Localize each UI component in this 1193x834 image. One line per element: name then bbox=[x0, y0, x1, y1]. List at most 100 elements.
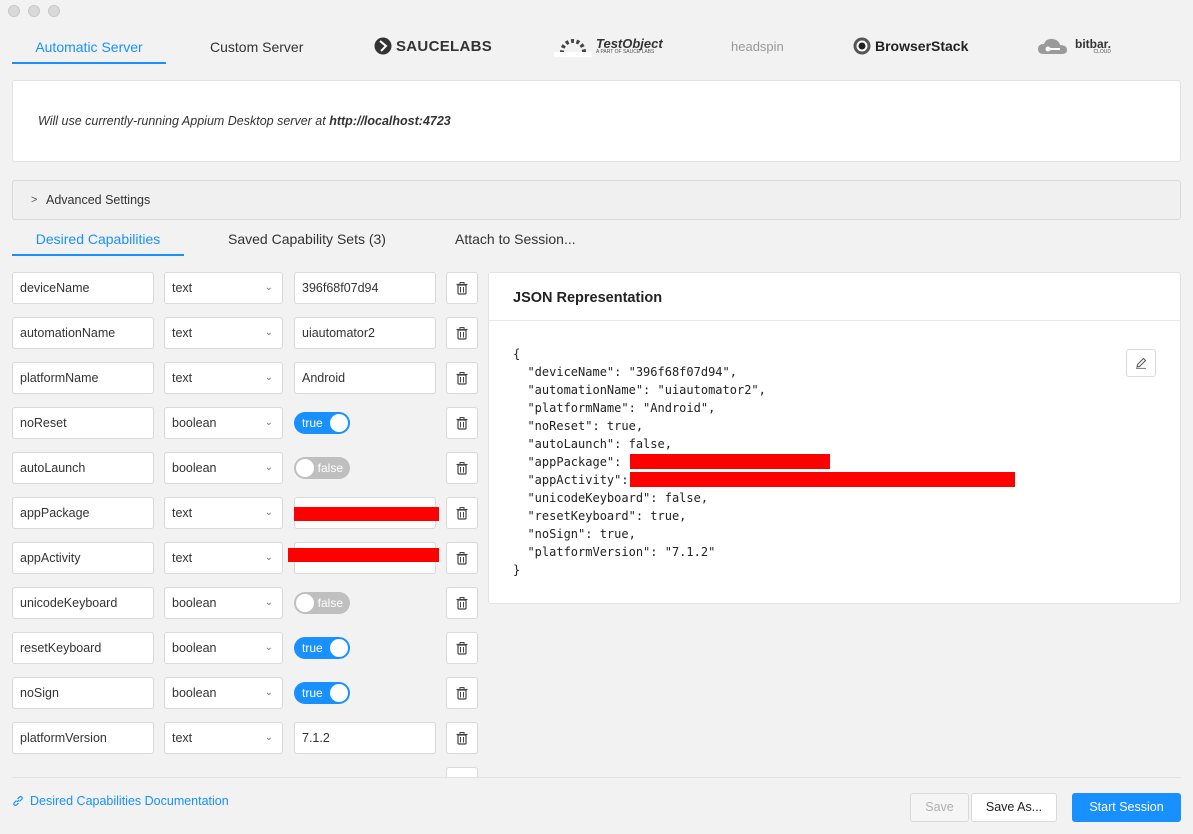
tab-testobject[interactable]: TestObject A PART OF SAUCE LABS bbox=[554, 34, 663, 58]
capability-type-select[interactable]: text ⌄ bbox=[164, 542, 283, 574]
server-tabs: Automatic Server Custom Server SAUCELABS… bbox=[12, 28, 1182, 64]
capability-row: noSign boolean ⌄ true bbox=[12, 677, 482, 709]
capability-name-input[interactable]: resetKeyboard bbox=[12, 632, 154, 664]
capability-type-label: text bbox=[172, 281, 193, 295]
capability-type-select[interactable]: boolean ⌄ bbox=[164, 452, 283, 484]
tab-attach-to-session[interactable]: Attach to Session... bbox=[455, 222, 576, 256]
delete-capability-button[interactable] bbox=[446, 317, 478, 349]
capability-type-select[interactable]: text ⌄ bbox=[164, 272, 283, 304]
toggle-label: false bbox=[317, 596, 343, 610]
capability-row: platformVersion text ⌄ 7.1.2 bbox=[12, 722, 482, 754]
minimize-window-button[interactable] bbox=[28, 5, 40, 17]
start-session-button[interactable]: Start Session bbox=[1072, 793, 1181, 822]
json-line: "platformVersion": "7.1.2" bbox=[513, 545, 716, 559]
capability-type-select[interactable]: text ⌄ bbox=[164, 497, 283, 529]
capability-value-input[interactable]: uiautomator2 bbox=[294, 317, 436, 349]
tab-browserstack[interactable]: BrowserStack bbox=[853, 34, 968, 58]
toggle-knob bbox=[330, 639, 348, 657]
delete-capability-button[interactable] bbox=[446, 362, 478, 394]
capability-name-input[interactable]: appPackage bbox=[12, 497, 154, 529]
json-line: "automationName": "uiautomator2", bbox=[513, 383, 766, 397]
delete-capability-button[interactable] bbox=[446, 632, 478, 664]
desired-capabilities-doc-link[interactable]: Desired Capabilities Documentation bbox=[12, 794, 229, 808]
capability-value-input[interactable]: Android bbox=[294, 362, 436, 394]
toggle-label: false bbox=[317, 461, 343, 475]
capability-type-select[interactable]: boolean ⌄ bbox=[164, 632, 283, 664]
capability-type-select[interactable]: text ⌄ bbox=[164, 317, 283, 349]
capability-name-input[interactable]: unicodeKeyboard bbox=[12, 587, 154, 619]
delete-capability-button[interactable] bbox=[446, 677, 478, 709]
tab-automatic-server[interactable]: Automatic Server bbox=[12, 28, 166, 64]
capability-row: unicodeKeyboard boolean ⌄ false bbox=[12, 587, 482, 619]
capability-type-select[interactable]: boolean ⌄ bbox=[164, 677, 283, 709]
capability-type-label: boolean bbox=[172, 416, 217, 430]
trash-icon bbox=[456, 416, 468, 430]
capability-name-input[interactable]: deviceName bbox=[12, 272, 154, 304]
toggle-label: true bbox=[302, 641, 323, 655]
delete-capability-button[interactable] bbox=[446, 407, 478, 439]
delete-capability-button[interactable] bbox=[446, 497, 478, 529]
delete-capability-button[interactable] bbox=[446, 722, 478, 754]
zoom-window-button[interactable] bbox=[48, 5, 60, 17]
testobject-sublabel: A PART OF SAUCE LABS bbox=[596, 49, 655, 55]
capability-name-input[interactable]: automationName bbox=[12, 317, 154, 349]
capability-name-input[interactable]: platformName bbox=[12, 362, 154, 394]
trash-icon bbox=[456, 551, 468, 565]
capability-row: deviceName text ⌄ 396f68f07d94 bbox=[12, 272, 482, 304]
capability-type-select[interactable]: text ⌄ bbox=[164, 362, 283, 394]
capability-name-input[interactable]: platformVersion bbox=[12, 722, 154, 754]
capability-name-input[interactable]: noSign bbox=[12, 677, 154, 709]
tab-custom-server[interactable]: Custom Server bbox=[210, 28, 303, 64]
advanced-settings-collapse[interactable]: > Advanced Settings bbox=[12, 180, 1181, 220]
delete-capability-button[interactable] bbox=[446, 272, 478, 304]
capability-value-input[interactable]: 7.1.2 bbox=[294, 722, 436, 754]
capability-value-toggle[interactable]: true bbox=[294, 682, 350, 704]
tab-saucelabs[interactable]: SAUCELABS bbox=[374, 34, 492, 58]
chevron-down-icon: ⌄ bbox=[264, 732, 273, 743]
save-as-button[interactable]: Save As... bbox=[971, 793, 1057, 822]
json-line: "platformName": "Android", bbox=[513, 401, 716, 415]
capability-value-input[interactable]: 396f68f07d94 bbox=[294, 272, 436, 304]
edit-json-button[interactable] bbox=[1126, 349, 1156, 377]
capability-type-label: text bbox=[172, 506, 193, 520]
tab-headspin[interactable]: headspin bbox=[731, 34, 784, 58]
capability-row-partial bbox=[12, 767, 482, 777]
capability-type-select[interactable]: boolean ⌄ bbox=[164, 587, 283, 619]
capability-list: deviceName text ⌄ 396f68f07d94 automationNam… bbox=[12, 272, 482, 777]
tab-saved-capability-sets[interactable]: Saved Capability Sets (3) bbox=[228, 222, 386, 256]
title-bar bbox=[0, 0, 1193, 24]
capability-value-toggle[interactable]: false bbox=[294, 592, 350, 614]
save-button[interactable]: Save bbox=[910, 793, 969, 822]
capability-type-select[interactable]: boolean ⌄ bbox=[164, 407, 283, 439]
delete-capability-button[interactable] bbox=[446, 542, 478, 574]
capability-type-label: boolean bbox=[172, 686, 217, 700]
json-line: "autoLaunch": false, bbox=[513, 437, 672, 451]
redacted-value bbox=[288, 548, 439, 562]
trash-icon bbox=[456, 596, 468, 610]
json-line: "noSign": true, bbox=[513, 527, 636, 541]
delete-capability-button[interactable] bbox=[446, 452, 478, 484]
bitbar-label: bitbar. bbox=[1075, 36, 1112, 51]
delete-capability-button[interactable] bbox=[446, 587, 478, 619]
capability-value-toggle[interactable]: false bbox=[294, 457, 350, 479]
delete-capability-button[interactable] bbox=[446, 767, 478, 777]
chevron-down-icon: ⌄ bbox=[264, 687, 273, 698]
close-window-button[interactable] bbox=[8, 5, 20, 17]
json-panel-title: JSON Representation bbox=[513, 290, 663, 306]
capability-type-select[interactable]: text ⌄ bbox=[164, 722, 283, 754]
footer-divider bbox=[12, 777, 1181, 778]
toggle-knob bbox=[330, 684, 348, 702]
capability-name-input[interactable]: noReset bbox=[12, 407, 154, 439]
capability-name-input[interactable]: appActivity bbox=[12, 542, 154, 574]
server-info-panel: Will use currently-running Appium Deskto… bbox=[12, 80, 1181, 162]
tab-desired-capabilities[interactable]: Desired Capabilities bbox=[12, 222, 184, 256]
capability-value-toggle[interactable]: true bbox=[294, 637, 350, 659]
capability-name-input[interactable]: autoLaunch bbox=[12, 452, 154, 484]
pencil-icon bbox=[1136, 357, 1147, 369]
tab-bitbar[interactable]: bitbar. CLOUD bbox=[1037, 34, 1111, 58]
trash-icon bbox=[456, 506, 468, 520]
capability-row: autoLaunch boolean ⌄ false bbox=[12, 452, 482, 484]
trash-icon bbox=[456, 731, 468, 745]
capability-value-toggle[interactable]: true bbox=[294, 412, 350, 434]
server-info-prefix: Will use currently-running Appium Deskto… bbox=[38, 114, 330, 128]
